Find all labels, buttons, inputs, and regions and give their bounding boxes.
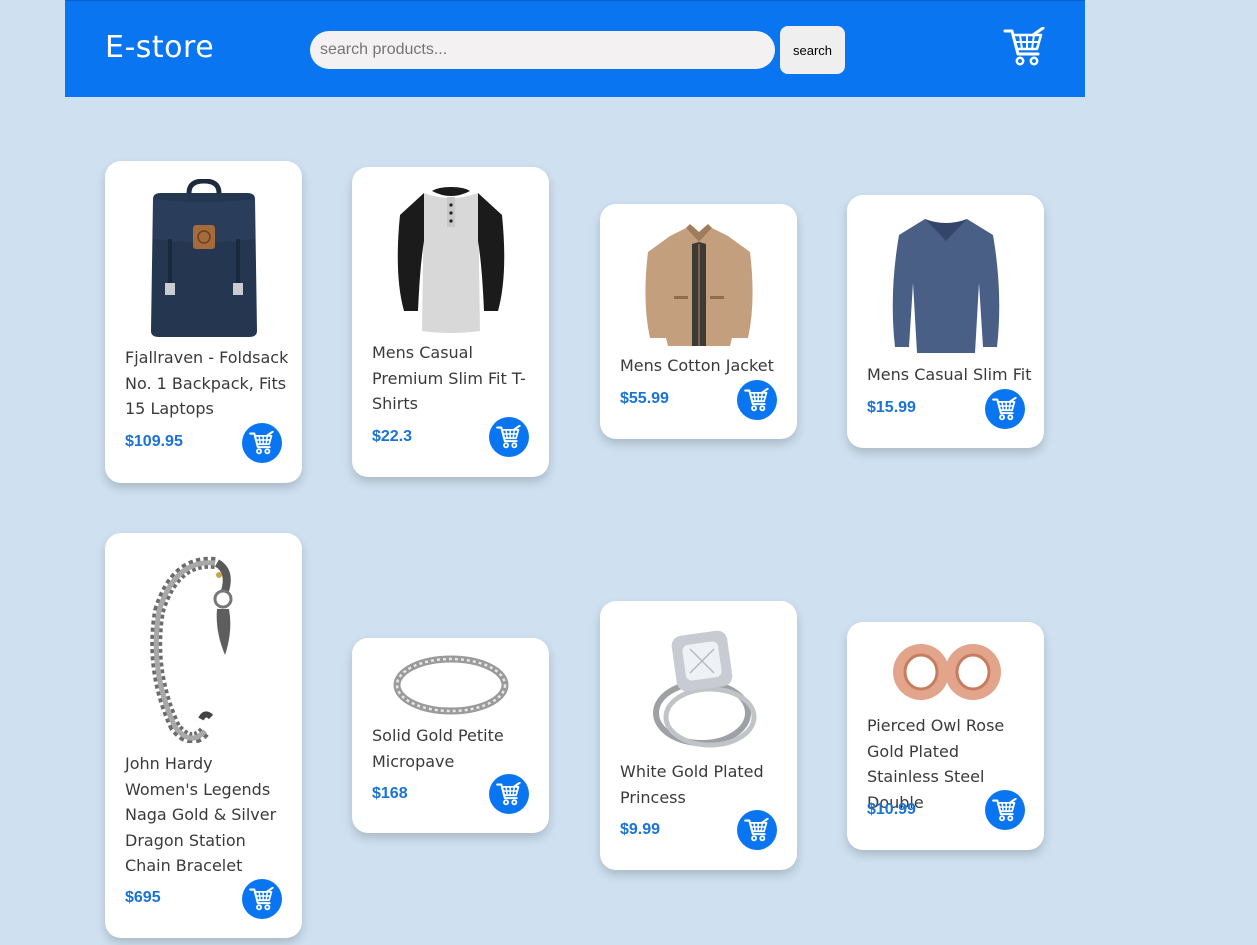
add-to-cart-button[interactable] — [737, 380, 777, 420]
add-to-cart-button[interactable] — [242, 879, 282, 919]
product-card[interactable]: Mens Casual Premium Slim Fit T-Shirts $2… — [352, 167, 549, 477]
product-card[interactable]: White Gold Plated Princess $9.99 — [600, 601, 797, 870]
product-card[interactable]: John Hardy Women's Legends Naga Gold & S… — [105, 533, 302, 938]
add-to-cart-button[interactable] — [985, 790, 1025, 830]
add-to-cart-button[interactable] — [737, 810, 777, 850]
product-card[interactable]: Fjallraven - Foldsack No. 1 Backpack, Fi… — [105, 161, 302, 483]
product-image-ring[interactable] — [392, 654, 510, 721]
product-title[interactable]: Fjallraven - Foldsack No. 1 Backpack, Fi… — [125, 345, 290, 422]
shopping-cart-icon — [744, 388, 769, 412]
product-image-backpack[interactable] — [145, 178, 263, 344]
product-card[interactable]: Solid Gold Petite Micropave $168 — [352, 638, 549, 833]
shopping-cart-icon — [496, 782, 521, 806]
product-image-jacket[interactable] — [640, 222, 758, 353]
search-button[interactable]: search — [780, 26, 845, 74]
header: E-store search — [65, 0, 1085, 97]
product-image-long-sleeve-shirt[interactable] — [887, 213, 1005, 362]
add-to-cart-button[interactable] — [489, 417, 529, 457]
product-price: $15.99 — [867, 399, 916, 416]
shopping-cart-icon — [249, 887, 274, 911]
shopping-cart-icon[interactable] — [1003, 26, 1047, 67]
product-title[interactable]: White Gold Plated Princess — [620, 759, 785, 810]
shopping-cart-icon — [249, 431, 274, 455]
product-title[interactable]: Mens Casual Premium Slim Fit T-Shirts — [372, 340, 537, 417]
brand-logo[interactable]: E-store — [105, 30, 214, 65]
product-title[interactable]: Solid Gold Petite Micropave — [372, 723, 537, 774]
shopping-cart-icon — [496, 425, 521, 449]
product-title[interactable]: Mens Cotton Jacket — [620, 353, 785, 379]
add-to-cart-button[interactable] — [489, 774, 529, 814]
product-image-ear-tunnels[interactable] — [887, 640, 1005, 709]
product-card[interactable]: Pierced Owl Rose Gold Plated Stainless S… — [847, 622, 1044, 850]
product-image-raglan-tshirt[interactable] — [392, 185, 510, 338]
shopping-cart-icon — [744, 818, 769, 842]
product-price: $22.3 — [372, 428, 413, 445]
product-card[interactable]: Mens Casual Slim Fit $15.99 — [847, 195, 1044, 448]
shopping-cart-icon — [992, 397, 1017, 421]
search-input[interactable] — [310, 31, 775, 69]
product-image-engagement-ring[interactable] — [640, 619, 758, 756]
add-to-cart-button[interactable] — [242, 423, 282, 463]
product-price: $10.99 — [867, 801, 916, 818]
product-card[interactable]: Mens Cotton Jacket $55.99 — [600, 204, 797, 439]
product-price: $109.95 — [125, 433, 183, 450]
product-title[interactable]: Mens Casual Slim Fit — [867, 362, 1032, 388]
product-price: $9.99 — [620, 821, 661, 838]
shopping-cart-icon — [992, 798, 1017, 822]
add-to-cart-button[interactable] — [985, 389, 1025, 429]
product-price: $168 — [372, 785, 408, 802]
product-price: $55.99 — [620, 390, 669, 407]
product-price: $695 — [125, 889, 161, 906]
product-title[interactable]: John Hardy Women's Legends Naga Gold & S… — [125, 751, 290, 879]
product-image-dragon-bracelet[interactable] — [145, 551, 263, 748]
